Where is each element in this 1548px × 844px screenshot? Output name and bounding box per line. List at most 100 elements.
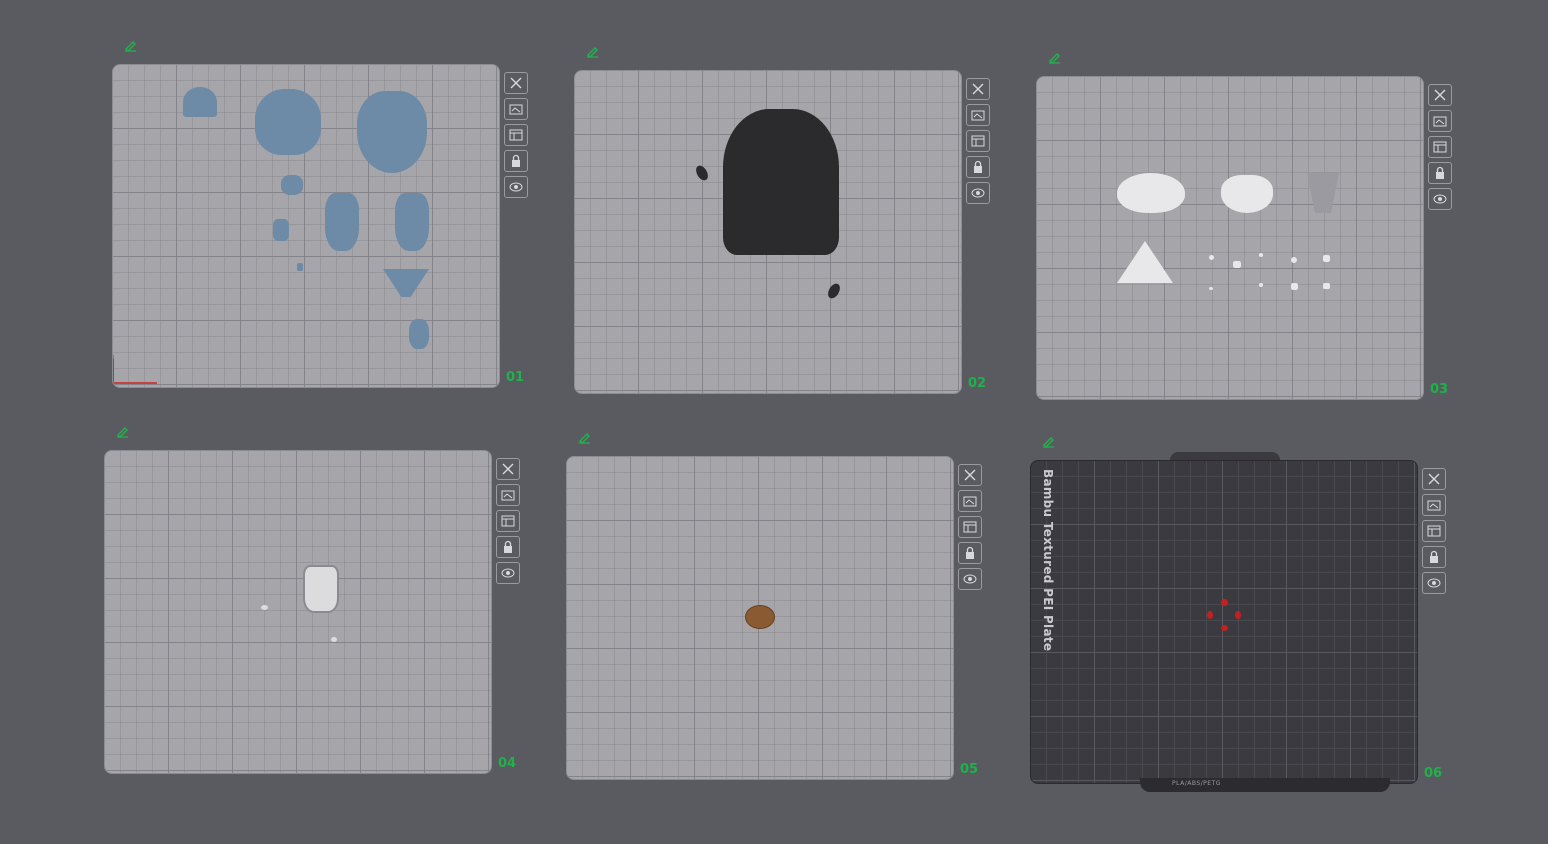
close-plate-button[interactable] xyxy=(504,72,528,94)
model-part-bit-2[interactable] xyxy=(1233,261,1241,268)
model-part-bit-7[interactable] xyxy=(1259,283,1263,287)
model-part-chip-1[interactable] xyxy=(693,163,711,183)
close-plate-button[interactable] xyxy=(958,464,982,486)
plate-toolbar-03 xyxy=(1428,84,1452,210)
plate-cell-04: 04 xyxy=(104,424,520,784)
plate-number: 05 xyxy=(960,762,979,777)
arrange-button[interactable] xyxy=(958,516,982,538)
model-part-red-4[interactable] xyxy=(1221,625,1228,631)
model-part-chip-2[interactable] xyxy=(825,281,843,301)
view-plate-button[interactable] xyxy=(496,562,520,584)
model-part-cape[interactable] xyxy=(1307,173,1339,213)
arrange-icon xyxy=(509,129,523,141)
model-part-tail[interactable] xyxy=(383,269,429,297)
build-plate-01[interactable] xyxy=(112,64,500,388)
lock-plate-button[interactable] xyxy=(496,536,520,558)
eye-icon xyxy=(1433,194,1447,204)
model-part-bit-9[interactable] xyxy=(1323,283,1330,289)
model-part-cone[interactable] xyxy=(1117,241,1173,283)
auto-orient-button[interactable] xyxy=(496,484,520,506)
model-part-body[interactable] xyxy=(255,89,321,155)
model-part-mug[interactable] xyxy=(303,565,339,613)
model-part-robe[interactable] xyxy=(723,109,839,255)
model-part-brim[interactable] xyxy=(1117,173,1185,213)
auto-orient-button[interactable] xyxy=(958,490,982,512)
auto-orient-icon xyxy=(963,496,977,507)
lock-icon xyxy=(504,540,512,553)
arrange-button[interactable] xyxy=(1428,136,1452,158)
auto-orient-button[interactable] xyxy=(504,98,528,120)
auto-orient-button[interactable] xyxy=(1428,110,1452,132)
arrange-button[interactable] xyxy=(496,510,520,532)
close-plate-button[interactable] xyxy=(966,78,990,100)
model-part-head[interactable] xyxy=(357,91,427,173)
arrange-icon xyxy=(1433,141,1447,153)
close-plate-button[interactable] xyxy=(1422,468,1446,490)
eye-icon xyxy=(501,568,515,578)
model-part-bit-5[interactable] xyxy=(1323,255,1330,262)
model-part-bit-3[interactable] xyxy=(1259,253,1263,257)
arrange-icon xyxy=(971,135,985,147)
model-part-bit-6[interactable] xyxy=(1209,287,1213,290)
close-plate-button[interactable] xyxy=(1428,84,1452,106)
plate-toolbar-05 xyxy=(958,464,982,590)
plate-toolbar-04 xyxy=(496,458,520,584)
lock-icon xyxy=(974,160,982,173)
build-plate-03[interactable] xyxy=(1036,76,1424,400)
eye-icon xyxy=(971,188,985,198)
lock-plate-button[interactable] xyxy=(1428,162,1452,184)
model-part-foot[interactable] xyxy=(409,319,429,349)
model-part-bit-4[interactable] xyxy=(1291,257,1297,263)
view-plate-button[interactable] xyxy=(1422,572,1446,594)
view-plate-button[interactable] xyxy=(504,176,528,198)
model-part-cap[interactable] xyxy=(183,87,217,117)
arrange-button[interactable] xyxy=(504,124,528,146)
model-part-disc[interactable] xyxy=(745,605,775,629)
pencil-icon[interactable] xyxy=(578,430,592,444)
pencil-icon[interactable] xyxy=(586,44,600,58)
plate-cell-05: 05 xyxy=(566,430,982,790)
plate-type-label: Bambu Textured PEI Plate xyxy=(1041,469,1055,652)
lock-plate-button[interactable] xyxy=(966,156,990,178)
lock-plate-button[interactable] xyxy=(1422,546,1446,568)
plate-cell-06: Bambu Textured PEI Plate PLA/ABS/PETG 06 xyxy=(1030,434,1446,794)
plate-cell-02: 02 xyxy=(574,44,990,404)
view-plate-button[interactable] xyxy=(966,182,990,204)
close-icon xyxy=(510,77,522,89)
close-icon xyxy=(502,463,514,475)
pencil-icon[interactable] xyxy=(124,38,138,52)
arrange-button[interactable] xyxy=(1422,520,1446,542)
auto-orient-button[interactable] xyxy=(966,104,990,126)
build-plate-04[interactable] xyxy=(104,450,492,774)
pencil-icon[interactable] xyxy=(116,424,130,438)
auto-orient-icon xyxy=(501,490,515,501)
model-part-collar[interactable] xyxy=(1221,175,1273,213)
model-part-red-1[interactable] xyxy=(1221,599,1228,606)
model-part-bit-8[interactable] xyxy=(1291,283,1298,290)
model-part-bit-2[interactable] xyxy=(331,637,337,642)
lock-icon xyxy=(512,154,520,167)
model-part-bit-1[interactable] xyxy=(261,605,268,610)
arrange-button[interactable] xyxy=(966,130,990,152)
pencil-icon[interactable] xyxy=(1048,50,1062,64)
model-part-red-3[interactable] xyxy=(1235,611,1241,619)
model-part-hand[interactable] xyxy=(281,175,303,195)
model-part-bit-1[interactable] xyxy=(1209,255,1214,260)
build-plate-02[interactable] xyxy=(574,70,962,394)
lock-plate-button[interactable] xyxy=(958,542,982,564)
auto-orient-button[interactable] xyxy=(1422,494,1446,516)
build-plate-05[interactable] xyxy=(566,456,954,780)
model-part-leg-left[interactable] xyxy=(325,193,359,251)
model-part-leg-right[interactable] xyxy=(395,193,429,251)
build-plate-06[interactable]: Bambu Textured PEI Plate xyxy=(1030,460,1418,784)
model-part-pin[interactable] xyxy=(297,263,303,271)
model-part-red-2[interactable] xyxy=(1207,611,1213,619)
auto-orient-icon xyxy=(1433,116,1447,127)
close-plate-button[interactable] xyxy=(496,458,520,480)
view-plate-button[interactable] xyxy=(958,568,982,590)
lock-plate-button[interactable] xyxy=(504,150,528,172)
model-part-small[interactable] xyxy=(273,219,289,241)
pencil-icon[interactable] xyxy=(1042,434,1056,448)
view-plate-button[interactable] xyxy=(1428,188,1452,210)
plate-number: 01 xyxy=(506,370,525,385)
